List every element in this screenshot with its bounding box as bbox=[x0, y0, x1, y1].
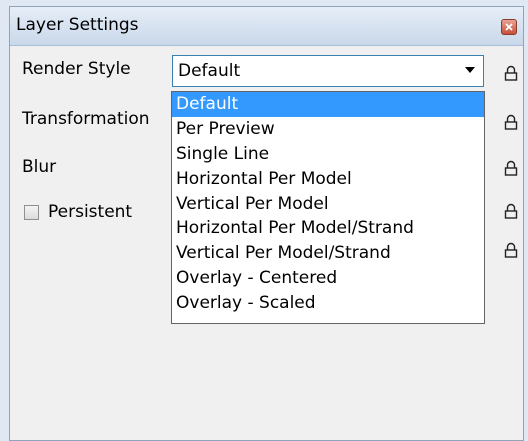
window-title: Layer Settings bbox=[16, 15, 139, 35]
lock-icon[interactable] bbox=[504, 242, 518, 258]
dropdown-option-vertical-per-model-strand[interactable]: Vertical Per Model/Strand bbox=[172, 241, 484, 266]
dropdown-option-horizontal-per-model-strand[interactable]: Horizontal Per Model/Strand bbox=[172, 216, 484, 241]
render-style-select[interactable]: Default bbox=[172, 55, 484, 87]
title-bar[interactable]: Layer Settings bbox=[10, 7, 523, 46]
dropdown-option-horizontal-per-model[interactable]: Horizontal Per Model bbox=[172, 167, 484, 192]
lock-icon[interactable] bbox=[504, 203, 518, 219]
dropdown-option-default[interactable]: Default bbox=[172, 92, 484, 117]
lock-icon[interactable] bbox=[504, 65, 518, 81]
close-button[interactable] bbox=[501, 19, 517, 35]
render-style-dropdown: Default Per Preview Single Line Horizont… bbox=[171, 91, 485, 324]
lock-icon[interactable] bbox=[504, 160, 518, 176]
dropdown-option-vertical-per-model[interactable]: Vertical Per Model bbox=[172, 192, 484, 217]
dropdown-option-overlay-scaled[interactable]: Overlay - Scaled bbox=[172, 291, 484, 316]
transformation-label: Transformation bbox=[22, 109, 150, 129]
blur-label: Blur bbox=[22, 157, 57, 177]
persistent-checkbox[interactable] bbox=[24, 205, 39, 220]
dropdown-option-single-line[interactable]: Single Line bbox=[172, 142, 484, 167]
layer-settings-window: Layer Settings Render Style Transformati… bbox=[9, 6, 524, 441]
dropdown-option-per-preview[interactable]: Per Preview bbox=[172, 117, 484, 142]
render-style-value: Default bbox=[178, 61, 241, 81]
lock-icon[interactable] bbox=[504, 114, 518, 130]
persistent-label: Persistent bbox=[48, 202, 133, 222]
dropdown-option-overlay-centered[interactable]: Overlay - Centered bbox=[172, 266, 484, 291]
render-style-label: Render Style bbox=[22, 59, 131, 79]
chevron-down-icon bbox=[465, 67, 475, 73]
close-icon bbox=[505, 23, 513, 31]
